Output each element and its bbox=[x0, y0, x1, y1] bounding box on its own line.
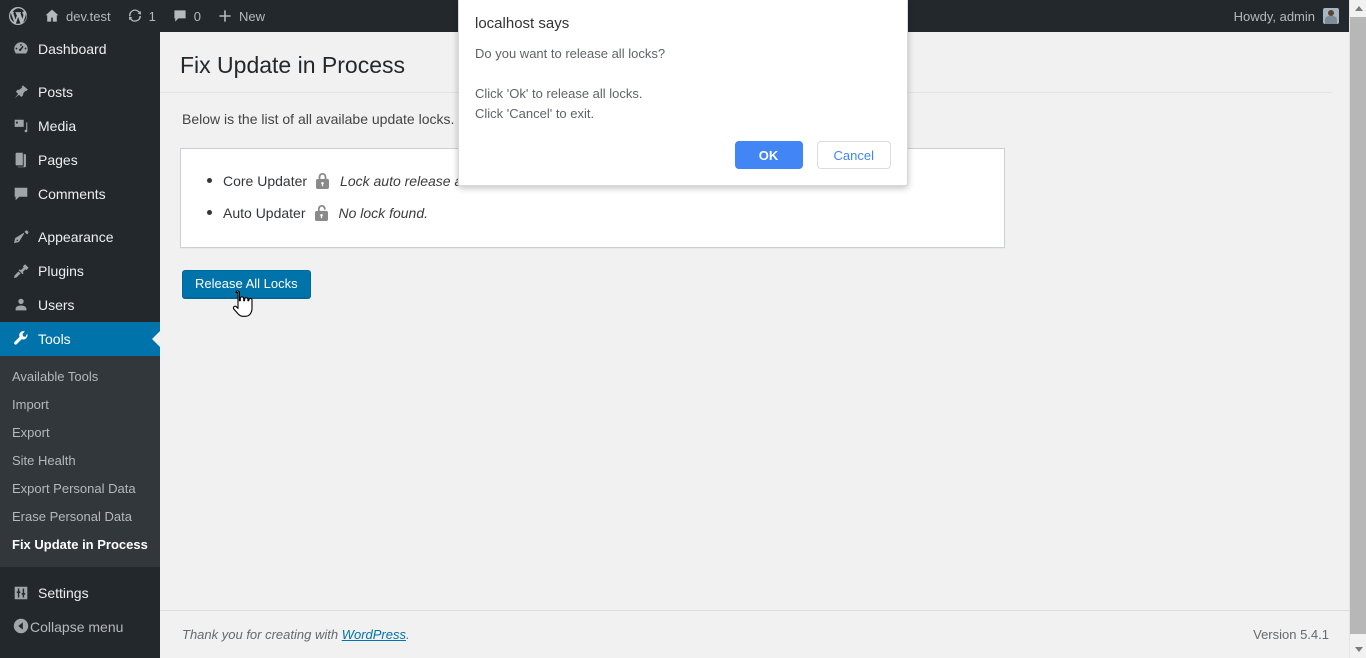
sidebar-item-label: Dashboard bbox=[38, 41, 107, 57]
sidebar-item-label: Posts bbox=[38, 84, 74, 100]
avatar bbox=[1323, 8, 1339, 24]
lock-closed-icon bbox=[315, 172, 330, 190]
wp-logo-menu[interactable] bbox=[0, 0, 36, 32]
sidebar-item-label: Tools bbox=[38, 331, 71, 347]
pages-icon bbox=[12, 151, 38, 169]
sidebar-item-media[interactable]: Media bbox=[0, 109, 160, 143]
lock-name: Auto Updater bbox=[223, 205, 306, 221]
sidebar-item-label: Comments bbox=[38, 186, 106, 202]
sidebar-item-comments[interactable]: Comments bbox=[0, 177, 160, 211]
dialog-message-line-1: Do you want to release all locks? bbox=[475, 46, 666, 61]
comments-menu[interactable]: 0 bbox=[164, 0, 209, 32]
scrollbar-down-arrow-icon[interactable] bbox=[1350, 641, 1366, 658]
sidebar-item-label: Media bbox=[38, 118, 77, 134]
footer-version: Version 5.4.1 bbox=[1253, 627, 1329, 642]
list-item: Auto Updater No lock found. bbox=[207, 197, 1004, 229]
release-all-locks-button[interactable]: Release All Locks bbox=[182, 270, 311, 298]
comment-bubble-icon bbox=[12, 185, 38, 203]
dialog-message-line-2: Click 'Ok' to release all locks. bbox=[475, 86, 643, 101]
updates-icon bbox=[127, 8, 143, 24]
media-icon bbox=[12, 117, 38, 135]
submenu-item-erase-personal-data[interactable]: Erase Personal Data bbox=[0, 503, 160, 531]
collapse-menu-button[interactable]: Collapse menu bbox=[0, 610, 160, 644]
collapse-arrow-icon bbox=[12, 617, 30, 638]
sidebar-item-label: Users bbox=[38, 297, 75, 313]
updates-menu[interactable]: 1 bbox=[119, 0, 164, 32]
submenu-item-import[interactable]: Import bbox=[0, 391, 160, 419]
dialog-message-line-3: Click 'Cancel' to exit. bbox=[475, 106, 595, 121]
dashboard-icon bbox=[12, 40, 38, 58]
new-content-label: New bbox=[239, 8, 266, 24]
wrench-icon bbox=[12, 330, 38, 348]
updates-count: 1 bbox=[148, 8, 156, 24]
sidebar-item-label: Pages bbox=[38, 152, 78, 168]
submenu-item-fix-update-in-process[interactable]: Fix Update in Process bbox=[0, 531, 160, 559]
scrollbar-thumb[interactable] bbox=[1350, 17, 1366, 634]
user-icon bbox=[12, 296, 38, 314]
pin-icon bbox=[12, 83, 38, 101]
tools-submenu: Available Tools Import Export Site Healt… bbox=[0, 356, 160, 567]
admin-footer: Thank you for creating with WordPress. V… bbox=[160, 610, 1349, 658]
new-content-menu[interactable]: New bbox=[209, 0, 273, 32]
dialog-ok-button[interactable]: OK bbox=[734, 141, 803, 169]
javascript-confirm-dialog: localhost says Do you want to release al… bbox=[458, 0, 908, 186]
submenu-item-export-personal-data[interactable]: Export Personal Data bbox=[0, 475, 160, 503]
vertical-scrollbar[interactable] bbox=[1349, 0, 1366, 658]
admin-menu-sidebar: Dashboard Posts Media Pages Comments App… bbox=[0, 32, 160, 658]
site-name-label: dev.test bbox=[66, 8, 111, 24]
scrollbar-up-arrow-icon[interactable] bbox=[1350, 0, 1366, 17]
dialog-cancel-button[interactable]: Cancel bbox=[816, 141, 891, 169]
comments-count: 0 bbox=[193, 8, 202, 24]
sidebar-item-settings[interactable]: Settings bbox=[0, 576, 160, 610]
browser-viewport: dev.test 1 0 New Howdy, admin Dashboard … bbox=[0, 0, 1366, 658]
admin-menu-top: Dashboard Posts Media Pages Comments App… bbox=[0, 32, 160, 356]
sidebar-item-users[interactable]: Users bbox=[0, 288, 160, 322]
sidebar-item-label: Appearance bbox=[38, 229, 114, 245]
settings-sliders-icon bbox=[12, 584, 38, 602]
submenu-item-available-tools[interactable]: Available Tools bbox=[0, 363, 160, 391]
dialog-message: Do you want to release all locks? Click … bbox=[475, 44, 891, 124]
submenu-item-site-health[interactable]: Site Health bbox=[0, 447, 160, 475]
sidebar-item-posts[interactable]: Posts bbox=[0, 75, 160, 109]
dialog-actions: OK Cancel bbox=[734, 141, 891, 169]
sidebar-item-appearance[interactable]: Appearance bbox=[0, 220, 160, 254]
wordpress-link[interactable]: WordPress bbox=[342, 627, 406, 642]
dialog-title: localhost says bbox=[475, 15, 570, 32]
howdy-label: Howdy, admin bbox=[1233, 8, 1315, 24]
sidebar-item-plugins[interactable]: Plugins bbox=[0, 254, 160, 288]
my-account-menu[interactable]: Howdy, admin bbox=[1234, 8, 1349, 24]
lock-open-icon bbox=[314, 204, 329, 222]
collapse-menu-label: Collapse menu bbox=[30, 619, 124, 635]
paintbrush-icon bbox=[12, 228, 38, 246]
site-name-menu[interactable]: dev.test bbox=[36, 0, 119, 32]
comment-bubble-icon bbox=[172, 8, 188, 24]
sidebar-item-tools[interactable]: Tools bbox=[0, 322, 160, 356]
sidebar-item-pages[interactable]: Pages bbox=[0, 143, 160, 177]
submenu-item-export[interactable]: Export bbox=[0, 419, 160, 447]
sidebar-item-dashboard[interactable]: Dashboard bbox=[0, 32, 160, 66]
plus-icon bbox=[217, 8, 233, 24]
footer-credit-prefix: Thank you for creating with bbox=[182, 627, 342, 642]
sidebar-item-label: Plugins bbox=[38, 263, 84, 279]
footer-credit-suffix: . bbox=[406, 627, 410, 642]
wordpress-logo-icon bbox=[8, 6, 28, 26]
footer-credit: Thank you for creating with WordPress. bbox=[182, 627, 410, 642]
plug-icon bbox=[12, 262, 38, 280]
sidebar-item-label: Settings bbox=[38, 585, 89, 601]
lock-message: No lock found. bbox=[338, 205, 429, 221]
home-icon bbox=[44, 8, 60, 24]
dialog-message-blank-line bbox=[475, 64, 891, 84]
lock-name: Core Updater bbox=[223, 173, 308, 189]
